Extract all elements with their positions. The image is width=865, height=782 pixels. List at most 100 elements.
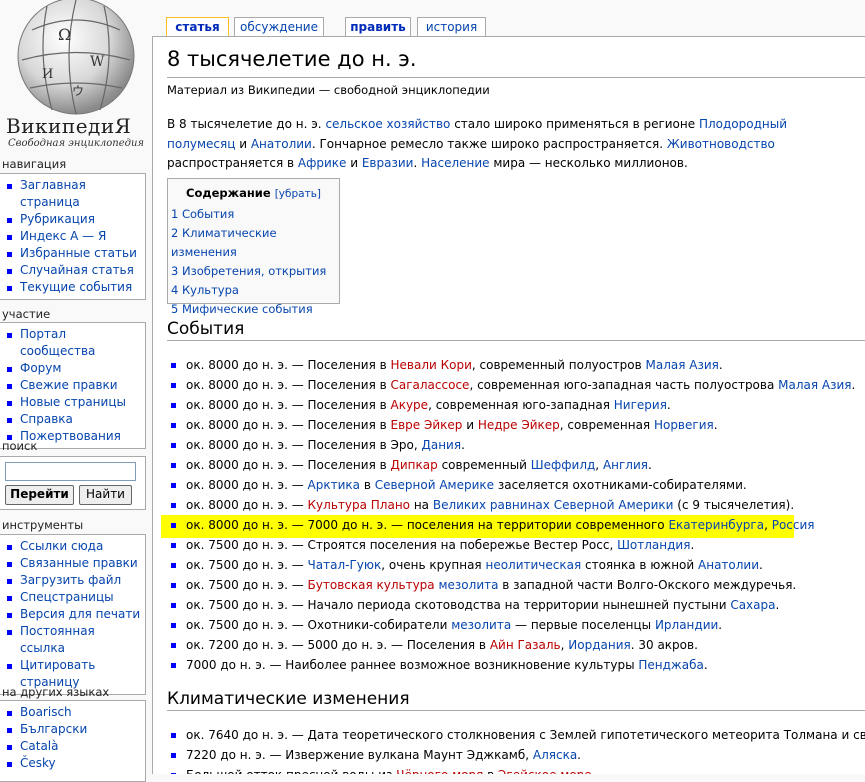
redlink[interactable]: Дипкар bbox=[391, 458, 438, 472]
sidebar-link[interactable]: Портал сообщества bbox=[20, 327, 95, 358]
sidebar-link[interactable]: Свежие правки bbox=[20, 378, 118, 392]
redlink[interactable]: Бутовская культура bbox=[308, 578, 435, 592]
link[interactable]: Англия bbox=[603, 458, 648, 472]
link[interactable]: мезолита bbox=[438, 578, 498, 592]
sidebar-link[interactable]: Версия для печати bbox=[20, 607, 140, 621]
redlink[interactable]: Акуре bbox=[391, 398, 429, 412]
link[interactable]: Животноводство bbox=[667, 137, 775, 151]
sidebar-item-related-changes[interactable]: Связанные правки bbox=[6, 555, 141, 572]
sidebar-link[interactable]: Постоянная ссылка bbox=[20, 624, 95, 655]
sidebar-item-categories[interactable]: Рубрикация bbox=[6, 211, 141, 228]
link[interactable]: Великих равнинах bbox=[433, 498, 550, 512]
redlink[interactable]: Культура Плано bbox=[308, 498, 410, 512]
toc-item[interactable]: 1 События bbox=[171, 207, 234, 221]
sidebar-item-what-links-here[interactable]: Ссылки сюда bbox=[6, 538, 141, 555]
section-divider bbox=[167, 340, 865, 341]
link[interactable]: Сахара bbox=[730, 598, 775, 612]
sidebar-item-lang[interactable]: Català bbox=[6, 738, 141, 755]
link[interactable]: Северной Америке bbox=[375, 478, 494, 492]
redlink[interactable]: Чёрного моря bbox=[396, 768, 483, 774]
sidebar-item-lang[interactable]: Boarisch bbox=[6, 704, 141, 721]
sidebar-item-special-pages[interactable]: Спецстраницы bbox=[6, 589, 141, 606]
sidebar-link[interactable]: Ссылки сюда bbox=[20, 539, 103, 553]
sidebar-link[interactable]: Català bbox=[20, 739, 58, 753]
section-heading-climate: Климатические изменения bbox=[167, 689, 410, 709]
sidebar-item-new-pages[interactable]: Новые страницы bbox=[6, 394, 141, 411]
tab-discussion[interactable]: обсуждение bbox=[234, 17, 324, 36]
redlink[interactable]: Эгейское море bbox=[498, 768, 592, 774]
toc-item[interactable]: 2 Климатические изменения bbox=[171, 226, 277, 259]
sidebar-item-lang[interactable]: Български bbox=[6, 721, 141, 738]
link[interactable]: Норвегия bbox=[654, 418, 714, 432]
sidebar-link[interactable]: Boarisch bbox=[20, 705, 72, 719]
link[interactable]: Африке bbox=[298, 156, 347, 170]
link[interactable]: мезолита bbox=[451, 618, 511, 632]
redlink[interactable]: Невали Кори bbox=[391, 358, 472, 372]
sidebar-link[interactable]: Индекс А — Я bbox=[20, 229, 106, 243]
sidebar-link[interactable]: Новые страницы bbox=[20, 395, 126, 409]
sidebar-item-main-page[interactable]: Заглавная страница bbox=[6, 177, 141, 211]
sidebar-link[interactable]: Избранные статьи bbox=[20, 246, 137, 260]
link[interactable]: Чатал-Гуюк bbox=[308, 558, 382, 572]
sidebar-link[interactable]: Загрузить файл bbox=[20, 573, 121, 587]
sidebar-item-forum[interactable]: Форум bbox=[6, 360, 141, 377]
sidebar-link[interactable]: Спецстраницы bbox=[20, 590, 114, 604]
sidebar-link[interactable]: Заглавная страница bbox=[20, 178, 86, 209]
sidebar-link[interactable]: Форум bbox=[20, 361, 61, 375]
redlink[interactable]: Сагалассосе bbox=[391, 378, 470, 392]
sidebar-link[interactable]: Случайная статья bbox=[20, 263, 134, 277]
toc-toggle-link[interactable]: [убрать] bbox=[275, 188, 321, 200]
sidebar-link[interactable]: Български bbox=[20, 722, 87, 736]
link[interactable]: Дания bbox=[421, 438, 461, 452]
sidebar-link[interactable]: Справка bbox=[20, 412, 73, 426]
link[interactable]: Северной Америки bbox=[554, 498, 674, 512]
link[interactable]: Анатолии bbox=[698, 558, 759, 572]
link[interactable]: Малая Азия bbox=[646, 358, 719, 372]
link[interactable]: Шеффилд bbox=[531, 458, 596, 472]
link[interactable]: Анатолии bbox=[251, 137, 312, 151]
link[interactable]: сельское хозяйство bbox=[325, 117, 450, 131]
sidebar-link[interactable]: Связанные правки bbox=[20, 556, 138, 570]
redlink[interactable]: Айн Газаль bbox=[490, 638, 561, 652]
sidebar-item-current-events[interactable]: Текущие события bbox=[6, 279, 141, 296]
toc-item[interactable]: 5 Мифические события bbox=[171, 302, 313, 316]
search-button[interactable]: Найти bbox=[79, 485, 132, 505]
sidebar-item-lang[interactable]: Česky bbox=[6, 755, 141, 772]
link[interactable]: Нигерия bbox=[614, 398, 667, 412]
tab-edit[interactable]: править bbox=[345, 17, 411, 36]
sidebar-link[interactable]: Česky bbox=[20, 756, 56, 770]
link[interactable]: Россия bbox=[772, 518, 815, 532]
search-input[interactable] bbox=[5, 462, 136, 481]
sidebar-link[interactable]: Текущие события bbox=[20, 280, 132, 294]
link[interactable]: Екатеринбурга bbox=[668, 518, 764, 532]
climate-list: ок. 7640 до н. э. — Дата теоретического … bbox=[169, 725, 865, 774]
toc-item[interactable]: 3 Изобретения, открытия bbox=[171, 264, 326, 278]
link[interactable]: неолитическая bbox=[485, 558, 581, 572]
link[interactable]: Ирландии bbox=[655, 618, 718, 632]
link[interactable]: Пенджаба bbox=[638, 658, 703, 672]
link[interactable]: Иордания bbox=[568, 638, 630, 652]
sidebar-item-community-portal[interactable]: Портал сообщества bbox=[6, 326, 141, 360]
link[interactable]: Шотландия bbox=[617, 538, 690, 552]
link[interactable]: Население bbox=[421, 156, 489, 170]
sidebar-item-random[interactable]: Случайная статья bbox=[6, 262, 141, 279]
tab-article[interactable]: статья bbox=[166, 17, 229, 37]
tab-history[interactable]: история bbox=[417, 17, 486, 36]
sidebar-item-printable[interactable]: Версия для печати bbox=[6, 606, 141, 623]
sidebar-item-upload[interactable]: Загрузить файл bbox=[6, 572, 141, 589]
redlink[interactable]: Евре Эйкер bbox=[391, 418, 463, 432]
toc-item[interactable]: 4 Культура bbox=[171, 283, 239, 297]
link[interactable]: Арктика bbox=[308, 478, 360, 492]
sidebar-item-index[interactable]: Индекс А — Я bbox=[6, 228, 141, 245]
sidebar-item-permalink[interactable]: Постоянная ссылка bbox=[6, 623, 141, 657]
sidebar-item-featured[interactable]: Избранные статьи bbox=[6, 245, 141, 262]
link[interactable]: Аляска bbox=[533, 748, 577, 762]
link[interactable]: Евразии bbox=[362, 156, 414, 170]
redlink[interactable]: Недре Эйкер bbox=[478, 418, 560, 432]
go-button[interactable]: Перейти bbox=[5, 485, 74, 505]
wikipedia-logo[interactable]: Ω W И ウ ВикипедиЯ Свободная энциклопедия bbox=[0, 0, 155, 155]
sidebar-item-recent-changes[interactable]: Свежие правки bbox=[6, 377, 141, 394]
sidebar-link[interactable]: Рубрикация bbox=[20, 212, 95, 226]
link[interactable]: Малая Азия bbox=[778, 378, 851, 392]
sidebar-item-help[interactable]: Справка bbox=[6, 411, 141, 428]
